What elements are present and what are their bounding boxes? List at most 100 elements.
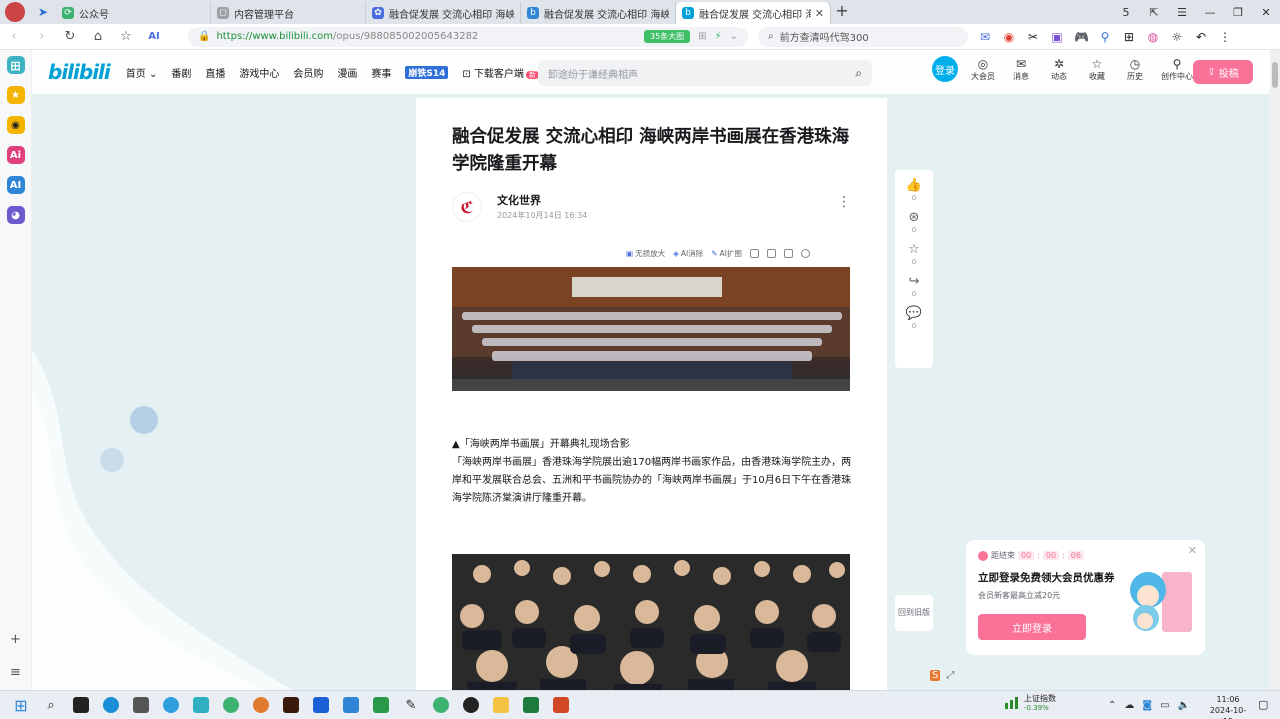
close-icon[interactable]: ✕	[1188, 544, 1197, 557]
sidebar-star-icon[interactable]: ★	[6, 86, 25, 104]
apps-icon[interactable]: ⊞	[1122, 30, 1136, 44]
tab-3[interactable]: ✿ 融合促发展 交流心相印 海峡两岸	[366, 2, 521, 24]
login-button[interactable]: 登录	[932, 56, 958, 82]
lightning-icon[interactable]: ⚡	[715, 31, 722, 42]
bilibili-logo[interactable]: bilibili	[48, 60, 111, 84]
image-count-badge[interactable]: 35条大图	[644, 30, 691, 43]
home-icon[interactable]: ⌂	[84, 29, 112, 44]
notification-icon[interactable]: ▢	[1258, 698, 1268, 711]
history-link[interactable]: ◷ 历史	[1122, 57, 1148, 82]
article-photo-audience[interactable]	[452, 554, 850, 690]
messages-link[interactable]: ✉ 消息	[1008, 57, 1034, 82]
network-icon[interactable]: ▭	[1160, 700, 1169, 711]
bookmark-star-icon[interactable]: ☆	[112, 29, 140, 44]
edge-icon[interactable]	[96, 691, 126, 719]
undo-icon[interactable]: ↶	[1194, 30, 1208, 44]
address-bar[interactable]: 🔒 https://www.bilibili.com/opus/98808500…	[188, 26, 748, 47]
search-icon[interactable]: ⌕	[36, 691, 66, 719]
magnifier-icon[interactable]: ⚲	[1098, 30, 1112, 44]
like-button[interactable]: 👍 0	[906, 178, 922, 202]
feedback-icon[interactable]: S	[930, 670, 941, 681]
illustrator-icon[interactable]	[276, 691, 306, 719]
extension-icon[interactable]: ▣	[1050, 30, 1064, 44]
vip-link[interactable]: ◎ 大会员	[970, 57, 996, 82]
nav-highlight-banner[interactable]: 崩铁S14	[405, 65, 449, 79]
qq-icon[interactable]	[456, 691, 486, 719]
folder-icon[interactable]	[486, 691, 516, 719]
weibo-icon[interactable]: ◉	[1002, 30, 1016, 44]
dropdown-icon[interactable]: ⌄	[730, 31, 738, 42]
nav-item-live[interactable]: 直播	[205, 65, 225, 80]
app-icon-4[interactable]	[306, 691, 336, 719]
sidebar-ai-icon-1[interactable]: Ai	[6, 146, 25, 164]
dynamics-link[interactable]: ✲ 动态	[1046, 57, 1072, 82]
comment-button[interactable]: 💬 0	[906, 306, 922, 330]
start-button[interactable]: ⊞	[6, 691, 36, 719]
window-control-1[interactable]: 5	[1112, 6, 1140, 19]
favorites-link[interactable]: ☆ 收藏	[1084, 57, 1110, 82]
creator-center-link[interactable]: ⚲ 创作中心	[1160, 57, 1194, 82]
tab-1[interactable]: ⟳ 公众号	[56, 2, 211, 24]
coin-button[interactable]: ⊛ 0	[909, 210, 920, 234]
ai-expand-tool[interactable]: ✎ AI扩图	[711, 248, 742, 259]
author-name[interactable]: 文化世界	[497, 192, 541, 208]
nav-item-anime[interactable]: 番剧	[171, 65, 191, 80]
scissors-icon[interactable]: ✂	[1026, 30, 1040, 44]
sidebar-bot-icon[interactable]: ◕	[6, 206, 25, 224]
favorite-button[interactable]: ☆ 0	[908, 242, 920, 266]
ie-icon[interactable]	[156, 691, 186, 719]
author-avatar[interactable]: ℭ	[452, 192, 482, 222]
profile-avatar[interactable]	[0, 0, 30, 24]
image-tool-icon-2[interactable]	[766, 249, 776, 258]
pen-icon[interactable]: ✎	[396, 691, 426, 719]
image-tool-icon-1[interactable]	[749, 249, 759, 258]
download-client-link[interactable]: ⊡ 下载客户端新	[462, 65, 539, 80]
minimize-button[interactable]: —	[1196, 6, 1224, 19]
maximize-button[interactable]: ❐	[1224, 6, 1252, 19]
back-to-old-version-button[interactable]: 回到旧版	[895, 595, 933, 631]
image-tool-icon-3[interactable]	[783, 249, 793, 258]
share-button[interactable]: ↪ 0	[909, 274, 920, 298]
tab-5-active[interactable]: b 融合促发展 交流心相印 海峡两岸 ✕	[676, 2, 831, 24]
search-icon[interactable]: ⌕	[855, 66, 862, 81]
nav-item-home[interactable]: 首页 ⌄	[126, 65, 158, 80]
nav-item-mall[interactable]: 会员购	[293, 65, 323, 80]
stock-widget[interactable]: 上证指数 -0.39%	[1004, 693, 1056, 712]
chevron-up-icon[interactable]: ⌃	[1108, 700, 1116, 711]
grid-icon[interactable]: ⊞	[698, 31, 706, 42]
browser-360-icon[interactable]	[216, 691, 246, 719]
sidebar-menu-icon[interactable]: ≡	[10, 665, 21, 680]
close-window-button[interactable]: ✕	[1252, 6, 1280, 19]
article-photo-group[interactable]	[452, 267, 850, 391]
mail-icon[interactable]: ✉	[978, 30, 992, 44]
game-icon[interactable]: 🎮	[1074, 30, 1089, 44]
color-icon[interactable]: ◍	[1146, 30, 1160, 44]
fullscreen-icon[interactable]: ⤢	[946, 670, 954, 681]
theme-icon[interactable]: ☼	[1170, 30, 1184, 44]
add-icon[interactable]: +	[10, 632, 21, 647]
nav-item-esports[interactable]: 赛事	[371, 65, 391, 80]
close-tab-icon[interactable]: ✕	[815, 7, 824, 20]
window-control-3[interactable]: ☰	[1168, 6, 1196, 19]
app-icon-5[interactable]	[336, 691, 366, 719]
app-icon-1[interactable]	[126, 691, 156, 719]
window-control-2[interactable]: ⇱	[1140, 6, 1168, 19]
menu-icon[interactable]: ⋮	[1218, 30, 1232, 44]
new-tab-button[interactable]: +	[831, 1, 853, 23]
task-view-icon[interactable]	[66, 691, 96, 719]
image-tool-icon-4[interactable]	[800, 249, 810, 258]
bilibili-search-input[interactable]: 卸途纷于谦经典相声 ⌕	[538, 60, 872, 86]
upload-button[interactable]: ⇪ 投稿	[1193, 60, 1253, 84]
tray-app-icon[interactable]: ◙	[1142, 700, 1152, 711]
app-icon-2[interactable]	[186, 691, 216, 719]
nav-item-manga[interactable]: 漫画	[337, 65, 357, 80]
excel-icon[interactable]	[516, 691, 546, 719]
back-icon[interactable]: ‹	[0, 29, 28, 44]
cloud-icon[interactable]: ☁	[1124, 700, 1134, 711]
ai-assistant-icon[interactable]: AI	[140, 31, 168, 42]
sidebar-game-icon[interactable]: ◉	[6, 116, 25, 134]
volume-icon[interactable]: 🔈	[1178, 700, 1190, 711]
system-clock[interactable]: 11:06 2024-10-15	[1206, 694, 1250, 719]
nav-item-game-center[interactable]: 游戏中心	[239, 65, 279, 80]
wechat-icon[interactable]	[426, 691, 456, 719]
